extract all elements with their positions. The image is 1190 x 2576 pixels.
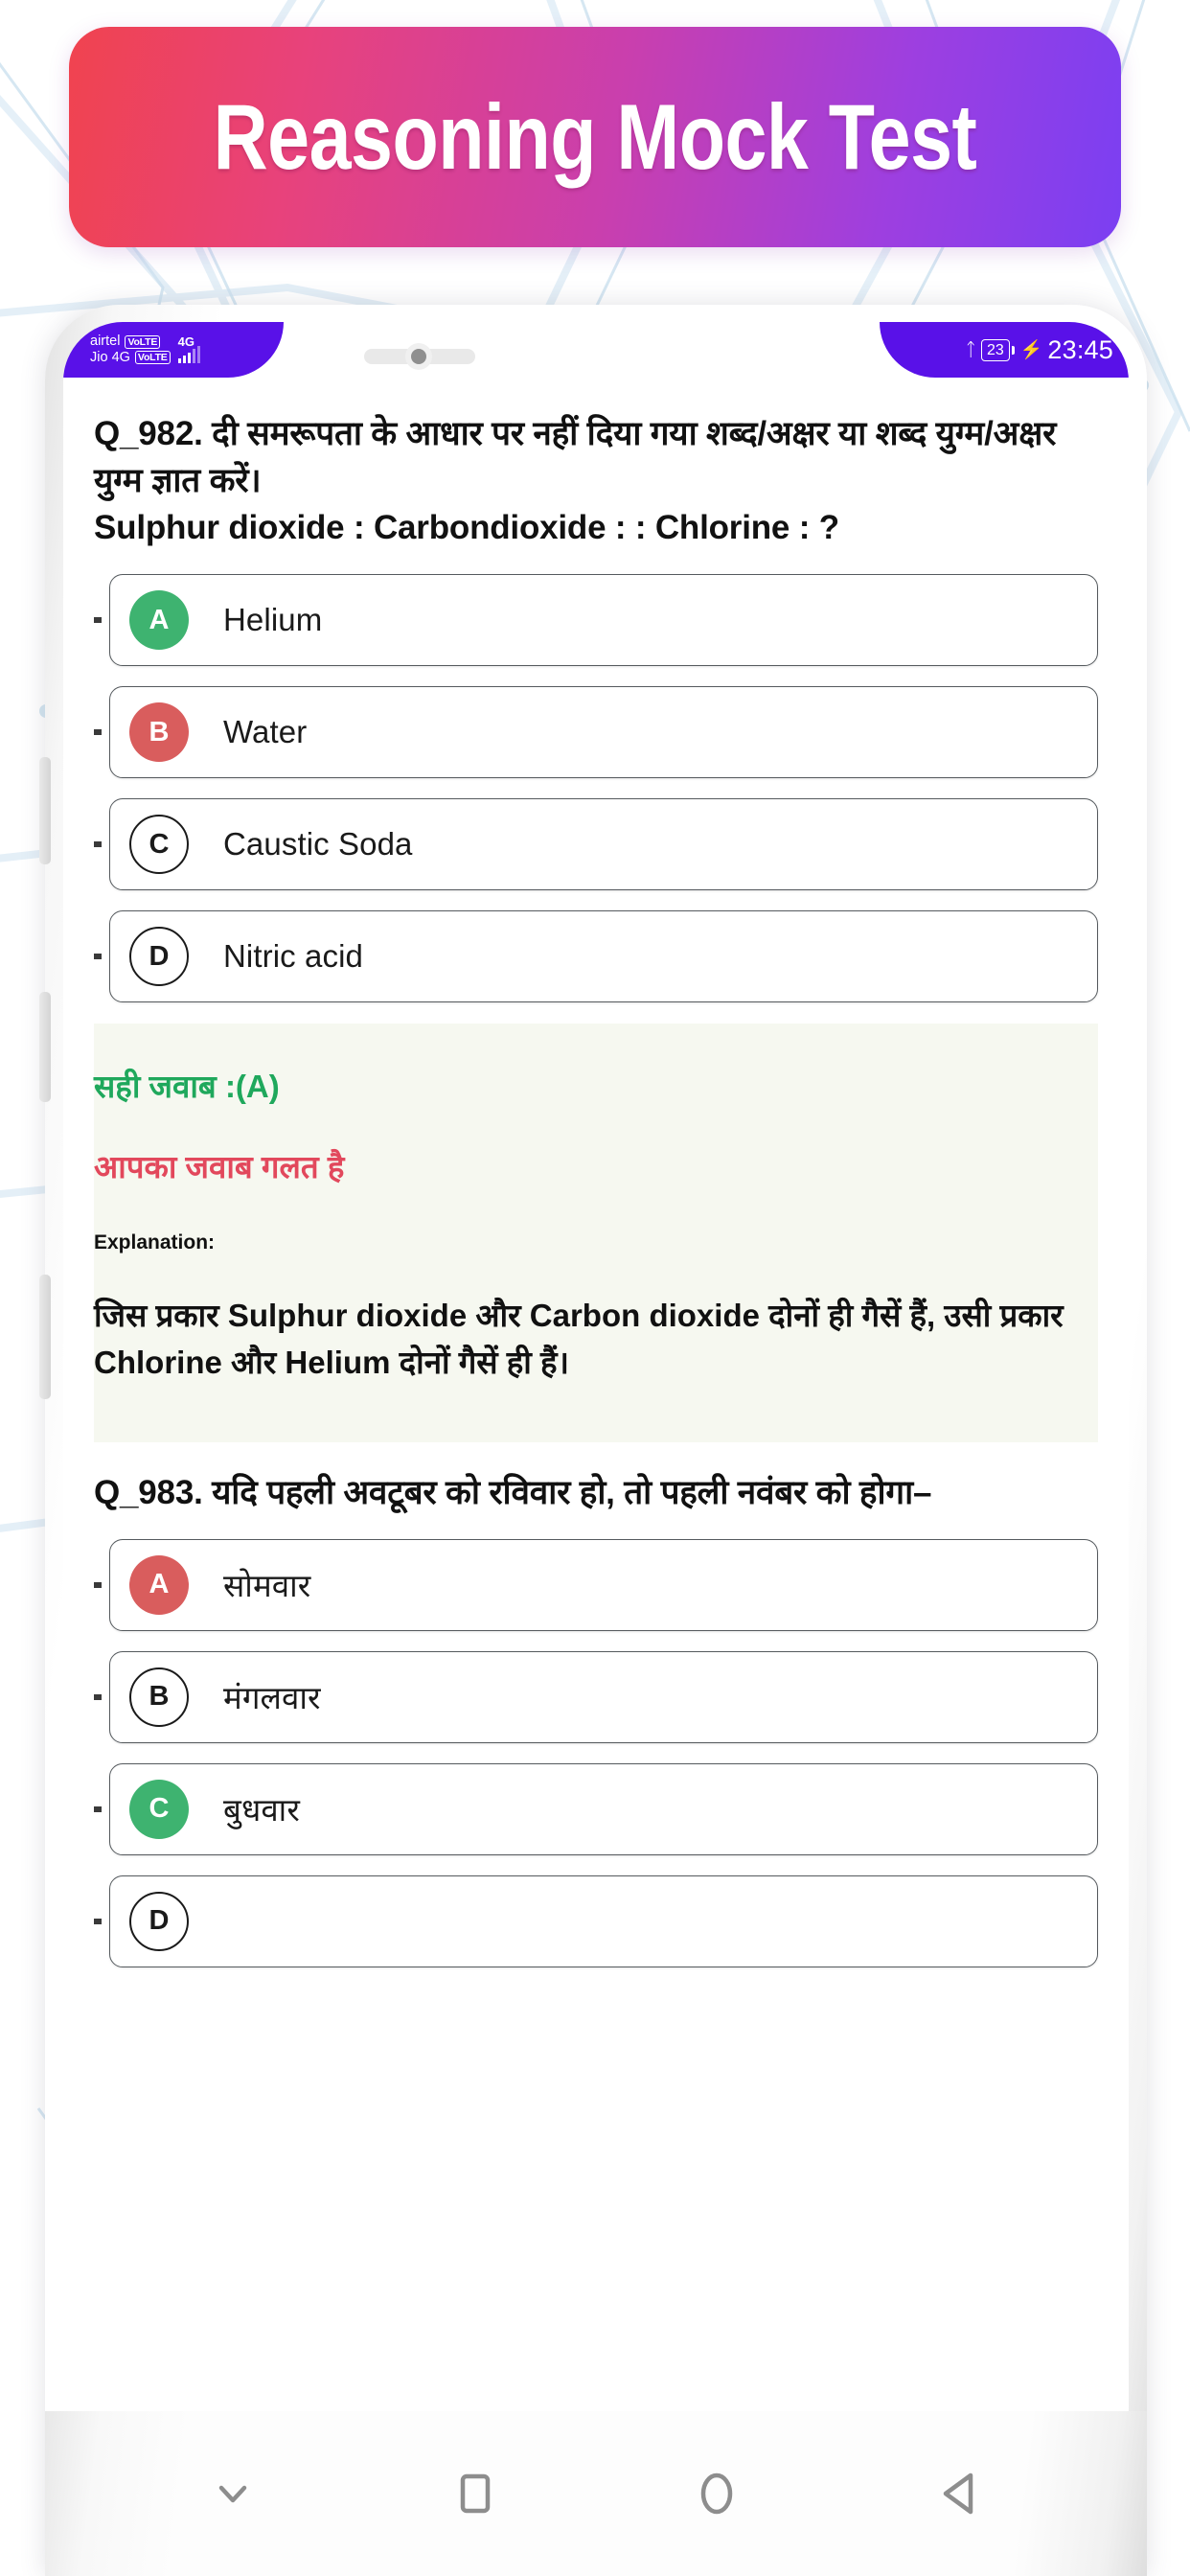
chevron-down-icon [219, 2485, 247, 2503]
phone-screen: airtel VoLTE Jio 4G VoLTE 4G ᛏ 23 ⚡ 23:4… [63, 322, 1129, 2411]
option-tick-marker [94, 1581, 102, 1588]
battery-nub-icon [1011, 345, 1015, 355]
carrier-stack: airtel VoLTE Jio 4G VoLTE [90, 334, 171, 364]
option-card-982-b[interactable]: B Water [109, 686, 1098, 778]
carrier-2-volte-badge: VoLTE [134, 351, 171, 365]
hide-keyboard-button[interactable] [175, 2436, 290, 2551]
question-block-983: Q_983. यदि पहली अवटूबर को रविवार हो, तो … [94, 1442, 1098, 1967]
status-bar-right: ᛏ 23 ⚡ 23:45 [880, 322, 1129, 378]
android-navigation-bar [45, 2411, 1147, 2576]
option-card-983-d[interactable]: D [109, 1874, 1098, 1967]
volume-up-button[interactable] [39, 757, 51, 864]
triangle-left-icon [943, 2472, 973, 2515]
your-answer-status-text: आपका जवाब गलत है [94, 1148, 345, 1184]
option-badge-983-c: C [129, 1779, 189, 1839]
option-badge-982-b: B [129, 702, 189, 762]
option-tick-marker [94, 729, 102, 735]
option-badge-983-d: D [129, 1891, 189, 1951]
option-row-982-d[interactable]: D Nitric acid [94, 910, 1098, 1002]
charging-bolt-icon: ⚡ [1019, 339, 1043, 360]
question-983-options: A सोमवार B मंगलवार C बुधवार D [94, 1538, 1098, 1967]
front-camera-icon [405, 343, 432, 370]
option-badge-982-d: D [129, 927, 189, 986]
status-bar-clock: 23:45 [1047, 334, 1113, 364]
option-tick-marker [94, 617, 102, 623]
option-row-983-d[interactable]: D [94, 1874, 1098, 1967]
option-label-982-b: Water [223, 714, 308, 749]
option-tick-marker [94, 1918, 102, 1924]
home-button[interactable] [659, 2436, 774, 2551]
power-button[interactable] [39, 1275, 51, 1399]
question-block-982: Q_982. दी समरूपता के आधार पर नहीं दिया ग… [94, 378, 1098, 1442]
carrier-1-label: airtel [90, 334, 121, 350]
circle-icon [701, 2472, 733, 2515]
option-card-982-d[interactable]: D Nitric acid [109, 910, 1098, 1002]
explanation-body-text: जिस प्रकार Sulphur dioxide और Carbon dio… [94, 1298, 1064, 1381]
page-root: Reasoning Mock Test airtel VoLTE Jio 4G … [0, 0, 1190, 2576]
option-label-983-b: मंगलवार [223, 1680, 321, 1716]
question-982-text-line-1: Q_982. दी समरूपता के आधार पर नहीं दिया ग… [94, 415, 1057, 499]
question-983-text: Q_983. यदि पहली अवटूबर को रविवार हो, तो … [94, 1473, 932, 1511]
option-tick-marker [94, 954, 102, 959]
option-row-982-a[interactable]: A Helium [94, 574, 1098, 666]
option-card-983-b[interactable]: B मंगलवार [109, 1650, 1098, 1743]
option-card-983-a[interactable]: A सोमवार [109, 1538, 1098, 1631]
option-card-983-c[interactable]: C बुधवार [109, 1762, 1098, 1855]
question-982-options: A Helium B Water C Caustic Soda D Nitric… [94, 574, 1098, 1002]
option-card-982-c[interactable]: C Caustic Soda [109, 798, 1098, 890]
option-tick-marker [94, 1693, 102, 1700]
bluetooth-icon: ᛏ [965, 339, 976, 360]
option-row-983-a[interactable]: A सोमवार [94, 1538, 1098, 1631]
recents-button[interactable] [418, 2436, 533, 2551]
page-banner: Reasoning Mock Test [69, 27, 1121, 247]
carrier-1-volte-badge: VoLTE [125, 334, 161, 349]
signal-strength-icon: 4G [177, 334, 201, 363]
option-badge-982-a: A [129, 590, 189, 650]
option-label-982-d: Nitric acid [223, 938, 363, 974]
option-label-983-c: बुधवार [223, 1792, 300, 1828]
option-tick-marker [94, 841, 102, 847]
option-label-982-a: Helium [223, 602, 323, 637]
question-982-text-line-2: Sulphur dioxide : Carbondioxide : : Chlo… [94, 509, 839, 546]
option-badge-983-b: B [129, 1667, 189, 1727]
option-label-982-c: Caustic Soda [223, 826, 413, 862]
option-tick-marker [94, 1806, 102, 1812]
option-card-982-a[interactable]: A Helium [109, 574, 1098, 666]
battery-level-badge: 23 [980, 338, 1010, 361]
option-badge-982-c: C [129, 815, 189, 874]
signal-bars-icon [177, 346, 201, 363]
status-bar-left: airtel VoLTE Jio 4G VoLTE 4G [63, 322, 284, 378]
volume-down-button[interactable] [39, 992, 51, 1102]
carrier-2-label: Jio 4G [90, 349, 130, 365]
explanation-label: Explanation: [94, 1231, 216, 1254]
answer-explanation-panel: सही जवाब :(A) आपका जवाब गलत है Explanati… [94, 1024, 1098, 1442]
square-icon [460, 2473, 490, 2514]
option-label-983-a: सोमवार [223, 1568, 311, 1604]
network-type-label: 4G [177, 334, 195, 349]
option-row-982-b[interactable]: B Water [94, 686, 1098, 778]
option-row-983-c[interactable]: C बुधवार [94, 1762, 1098, 1855]
back-button[interactable] [902, 2436, 1017, 2551]
option-row-982-c[interactable]: C Caustic Soda [94, 798, 1098, 890]
quiz-content-scroll[interactable]: Q_982. दी समरूपता के आधार पर नहीं दिया ग… [63, 378, 1129, 2411]
option-row-983-b[interactable]: B मंगलवार [94, 1650, 1098, 1743]
banner-title: Reasoning Mock Test [213, 84, 977, 189]
correct-answer-text: सही जवाब :(A) [94, 1069, 280, 1104]
option-badge-983-a: A [129, 1554, 189, 1615]
carrier-row-1: airtel VoLTE [90, 334, 171, 349]
carrier-row-2: Jio 4G VoLTE [90, 349, 171, 365]
